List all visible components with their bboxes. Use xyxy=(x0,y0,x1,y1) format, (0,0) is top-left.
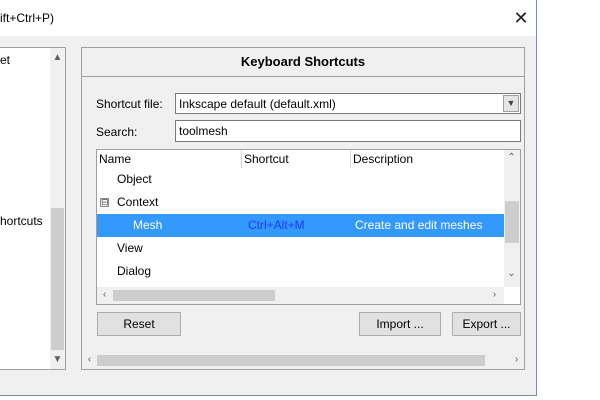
preferences-category-tree[interactable]: et hortcuts ▲ ▼ xyxy=(0,47,66,370)
row-description: Create and edit meshes xyxy=(355,218,483,232)
close-icon: ✕ xyxy=(513,8,529,28)
table-vertical-scrollbar[interactable]: ⌃ ⌄ xyxy=(504,150,520,287)
row-shortcut: Ctrl+Alt+M xyxy=(248,218,305,232)
row-name: Context xyxy=(117,195,159,209)
shortcut-file-select[interactable]: Inkscape default (default.xml) ▼ xyxy=(175,93,521,114)
table-row[interactable]: View xyxy=(97,237,504,260)
row-name: Object xyxy=(117,172,152,186)
shortcuts-table[interactable]: Name Shortcut Description Object ⊟ Context… xyxy=(96,149,521,305)
column-header-description[interactable]: Description xyxy=(351,150,413,168)
column-header-name[interactable]: Name xyxy=(97,150,131,168)
table-horizontal-scrollbar[interactable]: ‹ › xyxy=(97,287,504,304)
scroll-up-icon[interactable]: ⌃ xyxy=(504,152,519,163)
table-row[interactable]: Mesh Ctrl+Alt+M Create and edit meshes xyxy=(97,214,504,237)
window-title: ift+Ctrl+P) xyxy=(0,11,55,25)
panel-title: Keyboard Shortcuts xyxy=(82,48,524,77)
search-input[interactable] xyxy=(175,120,521,142)
tree-item-snippet[interactable]: et xyxy=(0,53,10,67)
scroll-down-icon[interactable]: ▼ xyxy=(50,354,65,365)
scrollbar-thumb[interactable] xyxy=(113,290,275,301)
column-header-shortcut[interactable]: Shortcut xyxy=(242,150,289,168)
shortcut-file-label: Shortcut file: xyxy=(96,97,163,111)
category-tree-vertical-scrollbar[interactable]: ▲ ▼ xyxy=(50,48,65,369)
row-name: Mesh xyxy=(133,218,163,232)
reset-button[interactable]: Reset xyxy=(97,312,181,336)
scroll-left-icon[interactable]: ‹ xyxy=(97,289,112,300)
close-button[interactable]: ✕ xyxy=(506,4,536,32)
panel-horizontal-scrollbar[interactable]: ‹ › xyxy=(82,352,524,369)
row-name: Dialog xyxy=(117,264,152,278)
collapse-icon[interactable]: ⊟ xyxy=(100,198,109,207)
chevron-down-icon[interactable]: ▼ xyxy=(503,95,519,112)
import-button[interactable]: Import ... xyxy=(359,312,441,336)
row-name: View xyxy=(117,241,143,255)
scrollbar-thumb[interactable] xyxy=(97,355,485,366)
scroll-left-icon[interactable]: ‹ xyxy=(82,354,97,365)
scroll-right-icon[interactable]: › xyxy=(509,354,524,365)
table-row[interactable]: Object xyxy=(97,168,504,191)
shortcut-file-value: Inkscape default (default.xml) xyxy=(179,97,336,111)
tree-item-shortcuts[interactable]: hortcuts xyxy=(0,214,43,228)
title-bar: ift+Ctrl+P) ✕ xyxy=(0,0,536,36)
preferences-window: ift+Ctrl+P) ✕ et hortcuts ▲ ▼ Keyboard S… xyxy=(0,0,537,396)
table-row[interactable]: ⊟ Context xyxy=(97,191,504,214)
scrollbar-thumb[interactable] xyxy=(505,201,519,243)
table-row[interactable]: Dialog xyxy=(97,260,504,283)
scroll-right-icon[interactable]: › xyxy=(487,289,502,300)
keyboard-shortcuts-panel: Keyboard Shortcuts Shortcut file: Inksca… xyxy=(81,47,525,370)
export-button[interactable]: Export ... xyxy=(452,312,521,336)
scrollbar-thumb[interactable] xyxy=(51,208,64,350)
scroll-down-icon[interactable]: ⌄ xyxy=(504,268,519,279)
scroll-up-icon[interactable]: ▲ xyxy=(50,52,65,63)
search-label: Search: xyxy=(96,125,138,139)
